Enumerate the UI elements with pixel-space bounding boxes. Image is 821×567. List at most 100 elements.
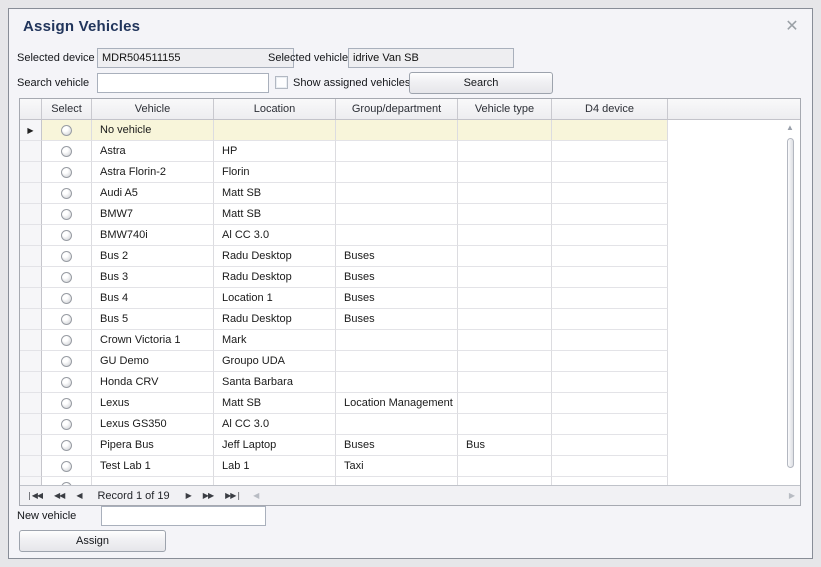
cell-location: Florin [214,162,336,183]
cell-location: Radu Desktop [214,309,336,330]
select-radio[interactable] [61,377,72,388]
cell-location: Jeff Laptop [214,435,336,456]
select-radio[interactable] [61,188,72,199]
cell-vehicle: BMW7 [92,204,214,225]
select-radio[interactable] [61,125,72,136]
table-row[interactable]: BMW740iAl CC 3.0 [20,225,668,246]
cell-type [458,162,552,183]
select-radio[interactable] [61,314,72,325]
table-row[interactable]: LexusMatt SBLocation Management [20,393,668,414]
cell-type [458,141,552,162]
column-header-select[interactable]: Select [42,99,92,119]
hscroll-left-icon[interactable]: ◀ [247,486,264,505]
table-row[interactable]: GU DemoGroupo UDA [20,351,668,372]
select-cell [42,288,92,309]
table-row[interactable]: Audi A5Matt SB [20,183,668,204]
selected-vehicle-field [348,48,514,68]
new-vehicle-input[interactable] [101,506,266,526]
table-row[interactable]: Bus 4Location 1Buses [20,288,668,309]
select-radio[interactable] [61,167,72,178]
select-radio[interactable] [61,251,72,262]
cell-type [458,393,552,414]
cell-group [336,330,458,351]
table-row[interactable]: Lexus GS350Al CC 3.0 [20,414,668,435]
nav-first-button[interactable]: ❘◀◀ [20,486,48,505]
select-radio[interactable] [61,419,72,430]
select-cell [42,309,92,330]
cell-vehicle: Bus 2 [92,246,214,267]
close-icon[interactable]: ✕ [782,17,802,37]
assign-vehicles-dialog: Assign Vehicles ✕ Selected device Select… [8,8,813,559]
select-radio[interactable] [61,209,72,220]
table-row[interactable]: Test Lab 1Lab 1Taxi [20,456,668,477]
cell-type [458,267,552,288]
cell-group [336,141,458,162]
record-count-text: Record 1 of 19 [87,490,179,502]
table-row[interactable]: Bus 2Radu DesktopBuses [20,246,668,267]
vertical-scrollbar[interactable]: ▲ [785,122,795,482]
assign-button[interactable]: Assign [19,530,166,552]
nav-next-page-button[interactable]: ▶▶ [197,486,219,505]
row-indicator-cell [20,351,42,372]
scrollbar-thumb[interactable] [787,138,794,468]
column-header-group-department[interactable]: Group/department [336,99,458,119]
cell-location: Al CC 3.0 [214,225,336,246]
row-indicator-cell [20,183,42,204]
column-header-vehicle[interactable]: Vehicle [92,99,214,119]
hscroll-right-icon[interactable]: ▶ [783,486,800,505]
select-radio[interactable] [61,440,72,451]
select-radio[interactable] [61,461,72,472]
column-header-d4-device[interactable]: D4 device [552,99,668,119]
table-row[interactable]: Bus 5Radu DesktopBuses [20,309,668,330]
select-radio[interactable] [61,146,72,157]
select-radio[interactable] [61,272,72,283]
cell-vehicle: Audi A5 [92,183,214,204]
column-header-location[interactable]: Location [214,99,336,119]
cell-d4 [552,372,668,393]
table-row[interactable]: Bus 3Radu DesktopBuses [20,267,668,288]
cell-vehicle: Honda CRV [92,372,214,393]
cell-vehicle: Bus 4 [92,288,214,309]
column-header-vehicle-type[interactable]: Vehicle type [458,99,552,119]
selected-vehicle-label: Selected vehicle [268,48,348,68]
cell-location: Al CC 3.0 [214,414,336,435]
cell-group [336,120,458,141]
current-row-indicator-icon: ▶ [20,120,42,141]
nav-prev-page-button[interactable]: ◀◀ [48,486,70,505]
cell-d4 [552,435,668,456]
row-indicator-cell [20,414,42,435]
cell-group [336,351,458,372]
table-row[interactable]: Honda CRVSanta Barbara [20,372,668,393]
show-assigned-checkbox[interactable] [275,76,288,89]
selected-device-label: Selected device [17,48,95,68]
table-row[interactable]: BMW7Matt SB [20,204,668,225]
select-cell [42,204,92,225]
select-radio[interactable] [61,293,72,304]
scroll-up-icon[interactable]: ▲ [785,122,795,134]
cell-vehicle: Bus 3 [92,267,214,288]
cell-group: Taxi [336,456,458,477]
cell-location: Lab 1 [214,456,336,477]
select-radio[interactable] [61,398,72,409]
table-row[interactable]: Crown Victoria 1Mark [20,330,668,351]
grid-header: SelectVehicleLocationGroup/departmentVeh… [20,99,800,120]
nav-last-button[interactable]: ▶▶❘ [219,486,247,505]
search-button[interactable]: Search [409,72,553,94]
search-vehicle-label: Search vehicle [17,73,89,93]
nav-prev-button[interactable]: ◀ [70,486,87,505]
select-cell [42,456,92,477]
cell-location: Matt SB [214,204,336,225]
cell-group [336,162,458,183]
cell-location: Matt SB [214,393,336,414]
table-row[interactable]: ▶No vehicle [20,120,668,141]
table-row[interactable]: AstraHP [20,141,668,162]
select-radio[interactable] [61,335,72,346]
search-vehicle-input[interactable] [97,73,269,93]
select-radio[interactable] [61,356,72,367]
select-radio[interactable] [61,230,72,241]
cell-d4 [552,183,668,204]
table-row[interactable]: Astra Florin-2Florin [20,162,668,183]
table-row[interactable]: Pipera BusJeff LaptopBusesBus [20,435,668,456]
nav-next-button[interactable]: ▶ [180,486,197,505]
cell-vehicle: Test Lab 1 [92,456,214,477]
